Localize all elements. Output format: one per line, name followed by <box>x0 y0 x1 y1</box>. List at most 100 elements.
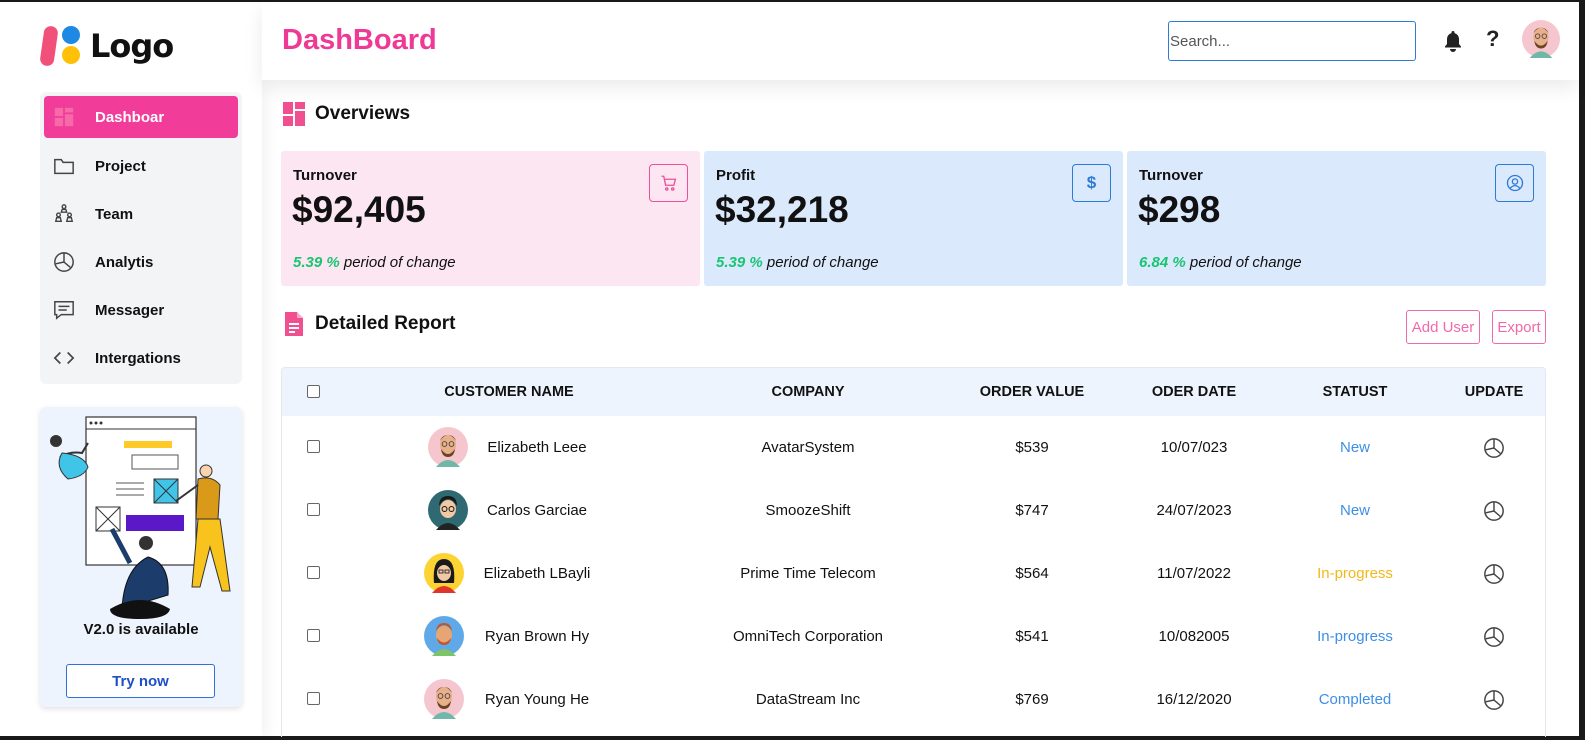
overviews-title: Overviews <box>315 103 411 124</box>
customer-name: Carlos Garciae <box>486 502 588 519</box>
column-header-order-value[interactable]: ORDER VALUE <box>980 384 1084 400</box>
notification-bell-icon[interactable] <box>1443 30 1463 57</box>
export-button[interactable]: Export <box>1492 310 1546 344</box>
card-dollar-button[interactable]: $ <box>1072 164 1111 202</box>
table-header-row: CUSTOMER NAME COMPANY ORDER VALUE ODER D… <box>282 368 1545 416</box>
company-cell: DataStream Inc <box>755 691 861 708</box>
overview-card-turnover: Turnover $92,405 5.39 % period of change <box>281 151 700 286</box>
dollar-icon: $ <box>1086 173 1097 192</box>
report-title: Detailed Report <box>315 313 456 334</box>
user-avatar[interactable] <box>1522 20 1560 58</box>
row-checkbox[interactable] <box>307 692 320 705</box>
sidebar-item-messager[interactable]: Messager <box>40 286 242 334</box>
card-user-button[interactable] <box>1495 164 1534 202</box>
code-icon <box>52 346 76 370</box>
update-pie-chart-icon[interactable] <box>1483 437 1505 459</box>
overview-card-turnover-2: Turnover $298 6.84 % period of change <box>1127 151 1546 286</box>
company-cell: AvatarSystem <box>761 439 855 456</box>
update-pie-chart-icon[interactable] <box>1483 626 1505 648</box>
folder-icon <box>52 154 76 178</box>
card-change-text: period of change <box>339 254 456 271</box>
column-header-customer[interactable]: CUSTOMER NAME <box>444 384 573 400</box>
dashboard-grid-icon <box>283 102 305 126</box>
card-label: Profit <box>716 167 756 184</box>
card-cart-button[interactable] <box>649 164 688 202</box>
sidebar-item-dashboard[interactable]: Dashboar <box>44 96 238 138</box>
logo[interactable]: Logo <box>39 24 174 68</box>
column-header-order-date[interactable]: ODER DATE <box>1152 384 1236 400</box>
table-row: Ryan Young He DataStream Inc $769 16/12/… <box>282 668 1545 731</box>
sidebar-item-label: Analytis <box>95 253 154 271</box>
help-icon[interactable]: ? <box>1486 26 1499 52</box>
top-header: DashBoard ? <box>262 2 1579 80</box>
sidebar-item-label: Messager <box>95 301 165 319</box>
column-header-status[interactable]: STATUST <box>1323 384 1388 400</box>
company-cell: OmniTech Corporation <box>732 628 884 645</box>
status-badge: New <box>1339 502 1371 519</box>
report-header: Detailed Report <box>283 312 455 336</box>
customer-name: Ryan Young He <box>484 691 590 708</box>
order-value-cell: $564 <box>1015 565 1049 582</box>
row-checkbox[interactable] <box>307 566 320 579</box>
sidebar-item-analytics[interactable]: Analytis <box>40 238 242 286</box>
update-pie-chart-icon[interactable] <box>1483 500 1505 522</box>
logo-mark-icon <box>39 24 84 68</box>
customer-avatar <box>424 553 464 593</box>
add-user-button[interactable]: Add User <box>1406 310 1480 344</box>
sidebar-item-integrations[interactable]: Intergations <box>40 334 242 382</box>
order-date-cell: 10/07/023 <box>1160 439 1228 456</box>
window-frame-right <box>1579 0 1585 740</box>
card-change: 5.39 % period of change <box>293 254 456 271</box>
customer-avatar <box>424 679 464 719</box>
customer-avatar <box>424 616 464 656</box>
sidebar-nav: Dashboar Project Team Analytis Messager <box>40 92 242 384</box>
status-badge: Completed <box>1318 691 1392 708</box>
row-checkbox[interactable] <box>307 629 320 642</box>
cart-icon <box>661 175 676 191</box>
column-header-company[interactable]: COMPANY <box>771 384 844 400</box>
upgrade-promo-card: V2.0 is available Try now <box>40 407 242 707</box>
grid-icon <box>52 105 76 129</box>
card-value: $92,405 <box>292 189 426 230</box>
team-collaboration-illustration <box>50 416 231 619</box>
document-icon <box>285 312 303 336</box>
order-value-cell: $747 <box>1015 502 1049 519</box>
sidebar-item-project[interactable]: Project <box>40 142 242 190</box>
try-now-button[interactable]: Try now <box>66 664 215 698</box>
search-input[interactable] <box>1168 21 1416 61</box>
sidebar-item-label: Intergations <box>95 349 181 367</box>
update-pie-chart-icon[interactable] <box>1483 563 1505 585</box>
order-value-cell: $769 <box>1015 691 1049 708</box>
card-label: Turnover <box>293 167 357 184</box>
order-date-cell: 11/07/2022 <box>1157 565 1231 582</box>
card-value: $32,218 <box>715 189 849 230</box>
customer-avatar <box>428 490 468 530</box>
user-circle-icon <box>1506 174 1523 192</box>
card-value: $298 <box>1138 189 1221 230</box>
column-header-update[interactable]: UPDATE <box>1465 384 1524 400</box>
card-change-percent: 5.39 % <box>293 254 340 271</box>
company-cell: SmoozeShift <box>765 502 851 519</box>
order-date-cell: 16/12/2020 <box>1156 691 1232 708</box>
sidebar-item-label: Dashboar <box>95 108 165 126</box>
sidebar-item-team[interactable]: Team <box>40 190 242 238</box>
sidebar-item-label: Project <box>95 157 146 175</box>
row-checkbox[interactable] <box>307 503 320 516</box>
table-row: Ryan Brown Hy OmniTech Corporation $541 … <box>282 605 1545 668</box>
card-change-text: period of change <box>762 254 879 271</box>
card-change: 5.39 % period of change <box>716 254 879 271</box>
order-value-cell: $539 <box>1015 439 1049 456</box>
customer-name: Elizabeth LBayli <box>483 565 591 582</box>
table-row: Carlos Garciae SmoozeShift $747 24/07/20… <box>282 479 1545 542</box>
sidebar: Logo Dashboar Project Team Analytis Mess… <box>0 2 262 736</box>
report-table: CUSTOMER NAME COMPANY ORDER VALUE ODER D… <box>281 367 1546 737</box>
select-all-checkbox[interactable] <box>307 385 320 398</box>
order-date-cell: 24/07/2023 <box>1156 502 1232 519</box>
sidebar-item-label: Team <box>95 205 134 223</box>
page-title: DashBoard <box>282 24 437 56</box>
status-badge: New <box>1339 439 1371 456</box>
row-checkbox[interactable] <box>307 440 320 453</box>
card-change-text: period of change <box>1185 254 1302 271</box>
logo-text: Logo <box>90 27 174 65</box>
update-pie-chart-icon[interactable] <box>1483 689 1505 711</box>
